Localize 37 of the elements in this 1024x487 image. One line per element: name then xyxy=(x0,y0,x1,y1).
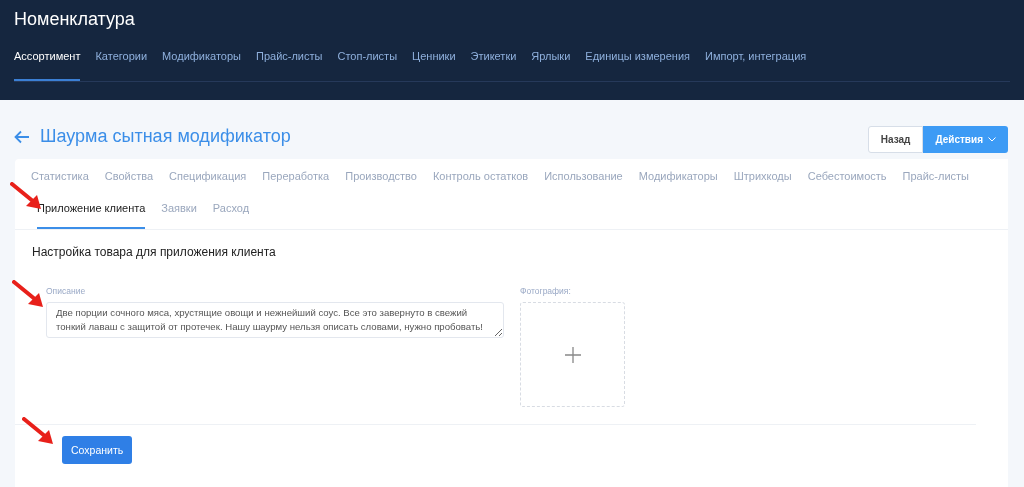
plus-icon xyxy=(564,346,581,363)
nav-tab[interactable]: Стоп-листы xyxy=(337,45,398,81)
section-title: Номенклатура xyxy=(14,8,136,31)
nav-tab[interactable]: Категории xyxy=(95,45,148,81)
tab[interactable]: Спецификация xyxy=(169,159,247,191)
back-button[interactable]: Назад xyxy=(867,126,924,153)
field-label: Фотография: xyxy=(520,286,572,296)
tab[interactable]: Свойства xyxy=(104,159,154,191)
tab[interactable]: Заявки xyxy=(161,191,197,229)
field-label: Описание xyxy=(46,286,87,296)
nav-tab[interactable]: Модификаторы xyxy=(162,45,241,81)
page-title: Шаурма сытная модификатор xyxy=(40,126,292,147)
caret-icon xyxy=(988,137,996,142)
section-heading: Настройка товара для приложения клиента xyxy=(31,244,277,259)
nav-tab[interactable]: Этикетки xyxy=(470,45,517,81)
back-arrow-icon[interactable] xyxy=(14,129,30,144)
actions-button[interactable]: Действия xyxy=(923,126,1008,153)
save-button[interactable]: Сохранить xyxy=(62,436,133,464)
tab[interactable]: Использование xyxy=(544,159,623,191)
tab[interactable]: Модификаторы xyxy=(638,159,718,191)
tab[interactable]: Производство xyxy=(345,159,417,191)
tab[interactable]: Контроль остатков xyxy=(432,159,529,191)
tab[interactable]: Штрихкоды xyxy=(733,159,792,191)
description-field[interactable]: Две порции сочного мяса, хрустящие овощи и нежнейший соус. Все это завернуто в свежий тонкий лаваш с защитой от протечек. Нашу шаурму нельзя описать словами, нужно пробовать! xyxy=(46,302,504,338)
tab[interactable]: Расход xyxy=(212,191,250,229)
nav-tab[interactable]: Ассортимент xyxy=(14,45,81,81)
nav-tab[interactable]: Импорт, интеграция xyxy=(705,45,807,81)
tab[interactable]: Статистика xyxy=(31,159,89,191)
nav-tab[interactable]: Прайс-листы xyxy=(256,45,323,81)
pointer-arrow xyxy=(22,417,56,447)
nav-tab[interactable]: Ценники xyxy=(412,45,456,81)
tab[interactable]: Себестоимость xyxy=(807,159,887,191)
pointer-arrow xyxy=(12,280,46,310)
tab[interactable]: Переработка xyxy=(262,159,330,191)
nav-tab[interactable]: Единицы измерения xyxy=(585,45,690,81)
nav-tab[interactable]: Ярлыки xyxy=(531,45,571,81)
tab[interactable]: Прайс-листы xyxy=(902,159,970,191)
